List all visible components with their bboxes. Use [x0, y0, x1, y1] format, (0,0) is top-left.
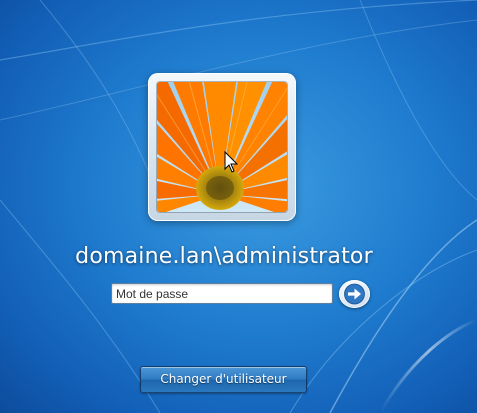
user-tile — [148, 73, 296, 221]
switch-user-button[interactable]: Changer d'utilisateur — [140, 366, 307, 393]
submit-login-button[interactable] — [339, 280, 370, 308]
arrow-right-icon — [344, 283, 365, 305]
username-label: domaine.lan\administrator — [75, 244, 373, 269]
password-input[interactable] — [111, 283, 333, 304]
flower-avatar-image — [157, 82, 287, 212]
